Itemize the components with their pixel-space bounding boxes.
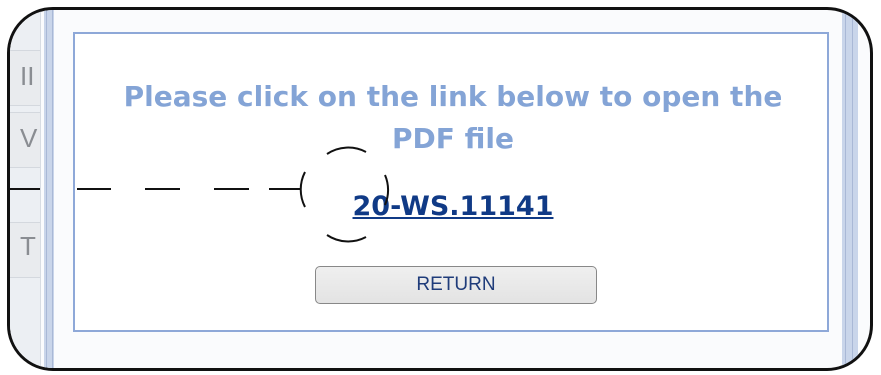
background-page: II V T <box>10 10 41 368</box>
dialog-message: Please click on the link below to open t… <box>123 80 783 155</box>
pdf-dialog: Please click on the link below to open t… <box>73 32 829 332</box>
left-border-line <box>52 10 53 368</box>
background-row: V <box>10 112 40 168</box>
return-button[interactable]: RETURN <box>315 266 597 304</box>
right-border-line <box>852 10 853 368</box>
background-row: II <box>10 50 40 106</box>
background-text: V <box>20 123 38 153</box>
right-border-line <box>845 10 846 368</box>
background-text: T <box>20 231 36 261</box>
background-row: T <box>10 222 40 278</box>
pdf-link[interactable]: 20-WS.11141 <box>75 191 831 222</box>
background-text: II <box>20 61 35 91</box>
left-border-line <box>46 10 47 368</box>
screenshot-stage: II V T Please click on the link below to… <box>0 0 881 375</box>
callout-frame: II V T Please click on the link below to… <box>7 7 873 371</box>
